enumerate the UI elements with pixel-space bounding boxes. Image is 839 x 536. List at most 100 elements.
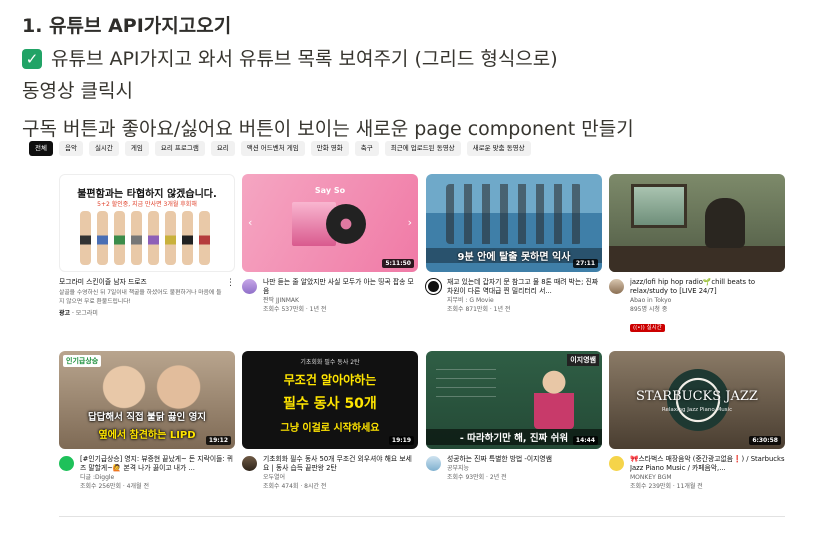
video-info: 성공하는 진짜 특별한 방법 -이지영쌤 공부지능 조회수 93만회 · 2년 …: [447, 455, 602, 482]
video-title[interactable]: [#인기급상승] 영지: 뷰증현 끝났게~ 돈 지락이들: 퀴즈 말할게~🙋 본…: [80, 455, 235, 473]
chip-all[interactable]: 전체: [29, 141, 53, 156]
channel-name[interactable]: MONKEY BGM: [630, 473, 785, 482]
video-thumbnail[interactable]: [609, 174, 785, 272]
chip-soccer[interactable]: 축구: [354, 141, 379, 156]
duration-badge: 27:11: [572, 259, 598, 268]
video-title[interactable]: jazz/lofi hip hop radio🌱chill beats to r…: [630, 278, 785, 296]
video-stats: 조회수 537만회 · 1년 전: [263, 306, 327, 313]
video-info: jazz/lofi hip hop radio🌱chill beats to r…: [630, 278, 785, 333]
ad-thumb-sub: 5+2 할인중, 지금 만사면 3개월 후회해: [97, 201, 197, 208]
video-info: 나만 듣는 줄 알았지만 사실 모두가 아는 띵곡 팝송 모음 짠딱 JJINM…: [263, 278, 418, 314]
ad-advertiser[interactable]: 모그라미: [76, 310, 98, 317]
category-chips: 전체 음악 실시간 게임 요리 프로그램 요리 액션 어드벤처 게임 만화 영화…: [29, 141, 531, 156]
video-thumbnail[interactable]: STARBUCKS JAZZ Relaxing Jazz Piano Music…: [609, 351, 785, 449]
chip-games[interactable]: 게임: [124, 141, 149, 156]
live-badge: ((•)) 실시간: [630, 324, 665, 332]
ad-thumbnail[interactable]: 불편함과는 타협하지 않겠습니다. 5+2 할인중, 지금 만사면 3개월 후회…: [59, 174, 235, 272]
video-thumbnail[interactable]: 이지영쌤 - 따라하기만 해, 진짜 쉬워 14:44: [426, 351, 602, 449]
video-stats: 조회수 474회 · 8시간 전: [263, 483, 327, 490]
video-card[interactable]: Say So › ‹ 5:11:50 나만 듣는 줄 알았지만 사실 모두가 아…: [242, 174, 418, 314]
chip-recently-uploaded[interactable]: 최근에 업로드된 동영상: [384, 141, 461, 156]
heading: 1. 유튜브 API가지고오기: [22, 15, 232, 37]
video-title[interactable]: 성공하는 진짜 특별한 방법 -이지영쌤: [447, 455, 602, 464]
two-people-image: [85, 365, 215, 409]
video-stats: 조회수 239만회 · 11개월 전: [630, 483, 703, 490]
video-thumbnail[interactable]: Say So › ‹ 5:11:50: [242, 174, 418, 272]
video-meta: 🎀스타벅스 매장음악 (중간광고없음❗) / Starbucks Jazz Pi…: [609, 455, 785, 491]
thumb-overlay-line2: 필수 동사 50개: [283, 396, 377, 412]
channel-name[interactable]: 지무비 : G Movie: [447, 296, 602, 305]
vinyl-record: [326, 204, 366, 244]
channel-name[interactable]: 공부지능: [447, 464, 602, 473]
channel-name[interactable]: 오두열어: [263, 473, 418, 482]
chip-music[interactable]: 음악: [58, 141, 83, 156]
more-options-icon[interactable]: ⋮: [226, 278, 235, 317]
channel-avatar[interactable]: [59, 456, 74, 471]
video-meta: 재고 있는데 갑자기 문 참그고 물 8톤 때려 박는; 진짜 차원이 다른 역…: [426, 278, 602, 314]
thumb-overlay-line1: 무조건 알아야하는: [283, 373, 377, 387]
video-card[interactable]: 기초회화 필수 동사 2탄 무조건 알아야하는 필수 동사 50개 그냥 이걸로…: [242, 351, 418, 491]
checkmark-icon: ✓: [22, 49, 42, 69]
channel-avatar[interactable]: [426, 456, 441, 471]
todo-line: ✓ 유튜브 API가지고 와서 유튜브 목록 보여주기 (그리드 형식으로): [22, 43, 822, 75]
video-thumbnail[interactable]: 9분 안에 탈출 못하면 익사 27:11: [426, 174, 602, 272]
ad-info: 모그라미 스킨이즐 남자 드로즈 살골을 수영하신 뒤 7일이내 책굴을 하셨어…: [59, 278, 223, 317]
channel-avatar[interactable]: [426, 279, 441, 294]
thumb-overlay-line1: STARBUCKS JAZZ: [636, 389, 758, 404]
video-card[interactable]: 이지영쌤 - 따라하기만 해, 진짜 쉬워 14:44 성공하는 진짜 특별한 …: [426, 351, 602, 482]
todo-text: 유튜브 API가지고 와서 유튜브 목록 보여주기 (그리드 형식으로): [51, 48, 558, 70]
video-title[interactable]: 🎀스타벅스 매장음악 (중간광고없음❗) / Starbucks Jazz Pi…: [630, 455, 785, 473]
video-meta: [#인기급상승] 영지: 뷰증현 끝났게~ 돈 지락이들: 퀴즈 말할게~🙋 본…: [59, 455, 235, 491]
chip-cooking[interactable]: 요리: [210, 141, 235, 156]
duration-badge: 19:19: [388, 436, 414, 445]
chip-animation[interactable]: 만화 영화: [310, 141, 349, 156]
video-info: 🎀스타벅스 매장음악 (중간광고없음❗) / Starbucks Jazz Pi…: [630, 455, 785, 491]
video-stats: 조회수 93만회 · 2년 전: [447, 474, 507, 481]
underwear-models-image: [80, 209, 220, 265]
channel-name[interactable]: Abao in Tokyo: [630, 296, 785, 305]
video-stats: 895명 시청 중: [630, 306, 668, 313]
thumb-badge-text: 이지영쌤: [567, 354, 599, 366]
channel-name[interactable]: 디글 :Diggle: [80, 473, 235, 482]
video-title[interactable]: 기초회화 필수 동사 50개 무조건 외우셔야 해요 보세요 | 동사 습득 끝…: [263, 455, 418, 473]
thumb-overlay-text: Say So: [314, 186, 346, 195]
chip-live[interactable]: 실시간: [88, 141, 119, 156]
chalkboard-writing: [436, 365, 496, 405]
ad-meta: 모그라미 스킨이즐 남자 드로즈 살골을 수영하신 뒤 7일이내 책굴을 하셨어…: [59, 278, 235, 317]
video-card[interactable]: jazz/lofi hip hop radio🌱chill beats to r…: [609, 174, 785, 333]
ad-badge: 광고: [59, 310, 71, 317]
duration-badge: 14:44: [572, 436, 598, 445]
video-card[interactable]: 9분 안에 탈출 못하면 익사 27:11 재고 있는데 갑자기 문 참그고 물…: [426, 174, 602, 314]
video-title[interactable]: 나만 듣는 줄 알았지만 사실 모두가 아는 띵곡 팝송 모음: [263, 278, 418, 296]
chip-action-adventure[interactable]: 액션 어드벤처 게임: [240, 141, 305, 156]
video-meta: jazz/lofi hip hop radio🌱chill beats to r…: [609, 278, 785, 333]
video-info: 재고 있는데 갑자기 문 참그고 물 8톤 때려 박는; 진짜 차원이 다른 역…: [447, 278, 602, 314]
channel-avatar[interactable]: [242, 279, 257, 294]
channel-avatar[interactable]: [242, 456, 257, 471]
notes-section: 1. 유튜브 API가지고오기 ✓ 유튜브 API가지고 와서 유튜브 목록 보…: [22, 12, 822, 145]
channel-avatar[interactable]: [609, 279, 624, 294]
video-card[interactable]: 인기급상승 답답해서 직접 불닭 끓인 영지 옆에서 참견하는 LIPD 19:…: [59, 351, 235, 491]
video-thumbnail[interactable]: 기초회화 필수 동사 2탄 무조건 알아야하는 필수 동사 50개 그냥 이걸로…: [242, 351, 418, 449]
chip-cooking-shows[interactable]: 요리 프로그램: [154, 141, 205, 156]
video-thumbnail[interactable]: 인기급상승 답답해서 직접 불닭 끓인 영지 옆에서 참견하는 LIPD 19:…: [59, 351, 235, 449]
video-card[interactable]: STARBUCKS JAZZ Relaxing Jazz Piano Music…: [609, 351, 785, 491]
thumb-overlay-line1: 답답해서 직접 불닭 끓인 영지: [87, 412, 207, 423]
prev-icon: ‹: [248, 216, 253, 229]
video-title[interactable]: 재고 있는데 갑자기 문 참그고 물 8톤 때려 박는; 진짜 차원이 다른 역…: [447, 278, 602, 296]
people-in-water-image: [446, 184, 582, 244]
ad-body: 살골을 수영하신 뒤 7일이내 책굴을 하셨어도 불편하거나 마음에 들지 않으…: [59, 290, 222, 305]
window-image: [631, 184, 687, 228]
video-meta: 성공하는 진짜 특별한 방법 -이지영쌤 공부지능 조회수 93만회 · 2년 …: [426, 455, 602, 482]
ad-card[interactable]: 불편함과는 타협하지 않겠습니다. 5+2 할인중, 지금 만사면 3개월 후회…: [59, 174, 235, 317]
channel-name[interactable]: 짠딱 JJINMAK: [263, 296, 418, 305]
video-info: [#인기급상승] 영지: 뷰증현 끝났게~ 돈 지락이들: 퀴즈 말할게~🙋 본…: [80, 455, 235, 491]
studying-girl-image: [705, 198, 745, 248]
duration-badge: 19:12: [205, 436, 231, 445]
ad-title[interactable]: 모그라미 스킨이즐 남자 드로즈: [59, 278, 223, 287]
channel-avatar[interactable]: [609, 456, 624, 471]
next-icon: ›: [407, 216, 412, 229]
divider: [59, 516, 785, 517]
chip-new-to-you[interactable]: 새로운 맞춤 동영상: [466, 141, 531, 156]
video-stats: 조회수 871만회 · 1년 전: [447, 306, 511, 313]
